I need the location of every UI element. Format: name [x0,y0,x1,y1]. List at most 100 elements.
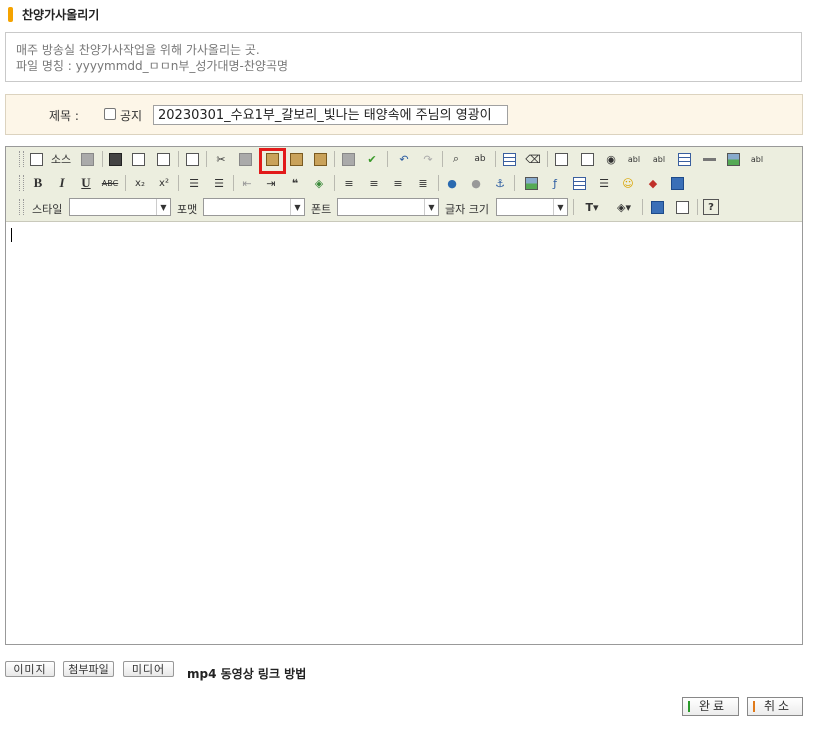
text-color-icon[interactable]: T▾ [580,199,604,215]
bulleted-list-icon[interactable]: ☰ [211,175,227,191]
align-right-icon[interactable]: ≡ [390,175,406,191]
notice-checkbox[interactable] [104,108,116,120]
editor-content-area[interactable] [6,222,802,644]
title-label: 제목 : [49,109,79,123]
cancel-button[interactable]: 취소 [747,697,803,716]
subscript-icon[interactable]: x₂ [132,175,148,191]
paste-text-icon[interactable] [288,151,304,167]
submit-marker [688,701,690,712]
bold-icon[interactable]: B [30,175,46,191]
notice-checkbox-label[interactable]: 공지 [120,107,142,124]
save-icon[interactable] [107,151,123,167]
radio-icon[interactable]: ◉ [603,151,619,167]
replace-icon[interactable]: ab [472,151,488,167]
style-label: 스타일 [32,203,63,216]
toolbar-row-3: 스타일 ▼ 포맷 ▼ 폰트 ▼ 글자 크기 ▼ T▾ ◈▾ ? [6,196,802,218]
underline-icon[interactable]: U [78,175,94,191]
toolbar-separator [334,151,335,167]
page-break-icon[interactable] [669,175,685,191]
align-center-icon[interactable]: ≡ [366,175,382,191]
toolbar-row-2: B I U ABC x₂ x² ☰ ☰ ⇤ ⇥ ❝ ◈ ≡ ≡ ≡ ≣ ● ● … [6,172,802,194]
text-cursor [11,228,12,242]
font-select[interactable]: ▼ [337,198,439,216]
source-button-label[interactable]: 소스 [48,151,74,167]
copy-icon[interactable] [237,151,253,167]
link-icon[interactable]: ● [444,175,460,191]
undo-icon[interactable]: ↶ [396,151,412,167]
title-row: 제목 : 공지 20230301_수요1부_갈보리_빛나는 태양속에 주님의 영… [5,94,803,135]
remove-format-icon[interactable]: ⌫ [525,151,541,167]
show-blocks-icon[interactable] [674,199,690,215]
notice-line-1: 매주 방송실 찬양가사작업을 위해 가사올리는 곳. [16,43,260,57]
horizontal-rule-icon[interactable]: ☰ [596,175,612,191]
submit-button[interactable]: 완료 [682,697,739,716]
italic-icon[interactable]: I [54,175,70,191]
toolbar-separator [573,199,574,215]
justify-icon[interactable]: ≣ [415,175,431,191]
toolbar-separator [206,151,207,167]
editor-toolbar: 소스 ✂ ✔ ↶ ↷ ⌕ ab ⌫ ◉ abl abl abl B I U AB… [6,147,802,222]
source-icon[interactable] [28,151,44,167]
toolbar-row-1: 소스 ✂ ✔ ↶ ↷ ⌕ ab ⌫ ◉ abl abl abl [6,148,802,174]
preview-icon[interactable] [155,151,171,167]
image-upload-button[interactable]: 이미지 [5,661,55,677]
file-attach-button[interactable]: 첨부파일 [63,661,114,677]
maximize-icon[interactable] [649,199,665,215]
align-left-icon[interactable]: ≡ [341,175,357,191]
templates-icon[interactable] [79,151,95,167]
table-icon[interactable] [571,175,587,191]
textarea-icon[interactable]: abl [651,151,667,167]
button-field-icon[interactable] [701,151,717,167]
format-select[interactable]: ▼ [203,198,305,216]
toolbar-separator [387,151,388,167]
cut-icon[interactable]: ✂ [213,151,229,167]
format-label: 포맷 [177,203,198,216]
help-icon[interactable]: ? [703,199,719,215]
chevron-down-icon: ▼ [156,199,170,215]
anchor-icon[interactable]: ⚓ [492,175,508,191]
highlight-box [259,148,286,174]
style-select[interactable]: ▼ [69,198,171,216]
toolbar-separator [547,151,548,167]
find-icon[interactable]: ⌕ [448,151,464,167]
blockquote-icon[interactable]: ❝ [287,175,303,191]
font-size-label: 글자 크기 [445,203,489,216]
form-icon[interactable] [553,151,569,167]
indent-icon[interactable]: ⇥ [263,175,279,191]
document-properties-icon[interactable] [184,151,200,167]
superscript-icon[interactable]: x² [156,175,172,191]
toolbar-separator [438,175,439,191]
font-label: 폰트 [311,203,332,216]
page-title: 찬양가사올리기 [22,8,100,22]
text-field-icon[interactable]: abl [626,151,642,167]
select-field-icon[interactable] [676,151,692,167]
new-page-icon[interactable] [130,151,146,167]
outdent-icon[interactable]: ⇤ [239,175,255,191]
numbered-list-icon[interactable]: ☰ [186,175,202,191]
image-icon[interactable] [523,175,539,191]
div-container-icon[interactable]: ◈ [311,175,327,191]
checkbox-icon[interactable] [579,151,595,167]
unlink-icon[interactable]: ● [468,175,484,191]
toolbar-separator [102,151,103,167]
header-accent-bar [8,7,13,22]
paste-word-icon[interactable] [312,151,328,167]
title-input[interactable]: 20230301_수요1부_갈보리_빛나는 태양속에 주님의 영광이 [153,105,508,125]
smiley-icon[interactable]: ☺ [620,175,636,191]
print-icon[interactable] [340,151,356,167]
spellcheck-icon[interactable]: ✔ [364,151,380,167]
hidden-field-icon[interactable]: abl [749,151,765,167]
background-color-icon[interactable]: ◈▾ [612,199,636,215]
toolbar-separator [514,175,515,191]
redo-icon[interactable]: ↷ [420,151,436,167]
cancel-marker [753,701,755,712]
image-button-icon[interactable] [725,151,741,167]
toolbar-grip [19,175,24,191]
strikethrough-icon[interactable]: ABC [102,175,118,191]
font-size-select[interactable]: ▼ [496,198,568,216]
flash-icon[interactable]: ƒ [547,175,563,191]
media-button[interactable]: 미디어 [123,661,174,677]
select-all-icon[interactable] [501,151,517,167]
mp4-link-help[interactable]: mp4 동영상 링크 방법 [187,665,306,682]
special-char-icon[interactable]: ◆ [645,175,661,191]
